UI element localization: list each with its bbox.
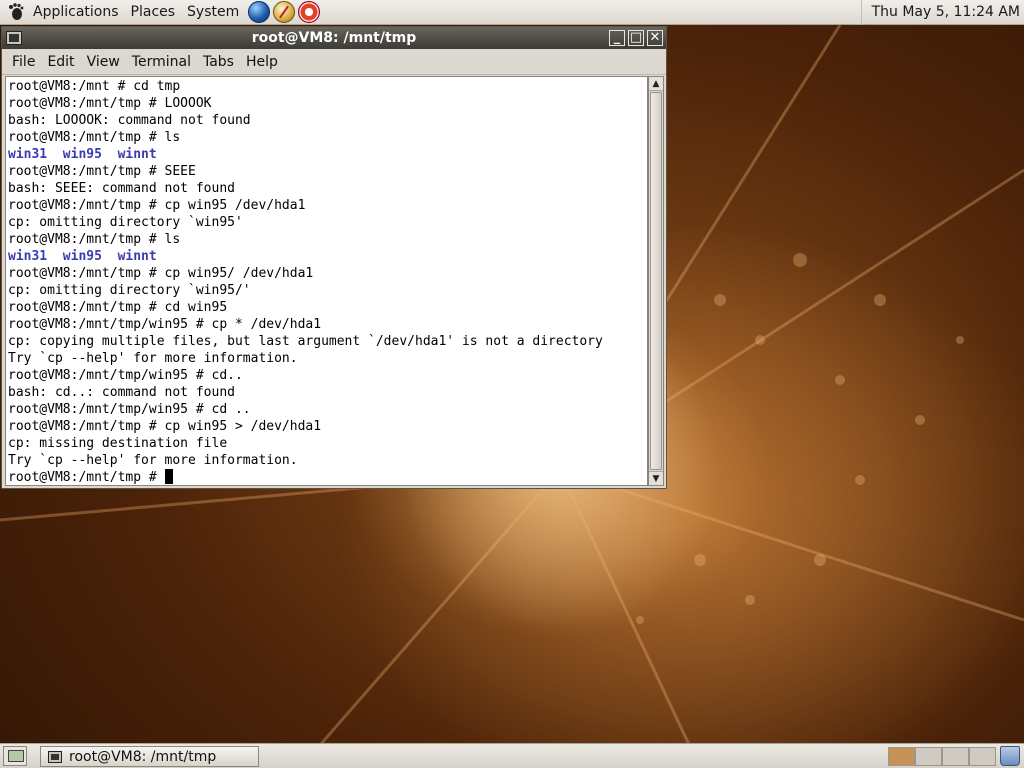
terminal-text: cp: omitting directory `win95/'	[8, 283, 251, 298]
text-cursor	[164, 469, 173, 484]
terminal-text: root@VM8:/mnt/tmp # LOOOOK	[8, 96, 212, 111]
terminal-text: root@VM8:/mnt/tmp/win95 # cd ..	[8, 402, 251, 417]
terminal-text: root@VM8:/mnt/tmp # cp win95 > /dev/hda1	[8, 419, 322, 434]
terminal-line: cp: copying multiple files, but last arg…	[8, 333, 647, 350]
scrollbar-thumb[interactable]	[650, 92, 662, 470]
workspace-1[interactable]	[888, 747, 915, 766]
menu-view[interactable]: View	[81, 54, 126, 70]
terminal-text: root@VM8:/mnt/tmp # cp win95 /dev/hda1	[8, 198, 306, 213]
workspace-3[interactable]	[942, 747, 969, 766]
window-title: root@VM8: /mnt/tmp	[251, 30, 417, 46]
terminal-line: bash: SEEE: command not found	[8, 180, 647, 197]
bottom-panel: root@VM8: /mnt/tmp	[0, 743, 1024, 768]
taskbar-label: root@VM8: /mnt/tmp	[69, 748, 217, 765]
terminal-line: root@VM8:/mnt # cd tmp	[8, 78, 647, 95]
terminal-text: root@VM8:/mnt/tmp #	[8, 470, 165, 485]
terminal-text: root@VM8:/mnt/tmp # cd win95	[8, 300, 228, 315]
web-browser-icon[interactable]	[248, 1, 271, 23]
terminal-text: bash: LOOOOK: command not found	[8, 113, 251, 128]
terminal-line: root@VM8:/mnt/tmp # ls	[8, 231, 647, 248]
workspace-2[interactable]	[915, 747, 942, 766]
terminal-text: Try `cp --help' for more information.	[8, 453, 298, 468]
terminal-output[interactable]: root@VM8:/mnt # cd tmp root@VM8:/mnt/tmp …	[5, 76, 648, 486]
scroll-up-icon[interactable]: ▲	[649, 77, 663, 91]
terminal-line: cp: missing destination file	[8, 435, 647, 452]
terminal-line: root@VM8:/mnt/tmp/win95 # cd..	[8, 367, 647, 384]
terminal-text: root@VM8:/mnt # cd tmp	[8, 79, 181, 94]
vertical-scrollbar[interactable]: ▲ ▼	[648, 76, 664, 486]
show-desktop-icon[interactable]	[3, 746, 27, 766]
terminal-line: root@VM8:/mnt/tmp # SEEE	[8, 163, 647, 180]
taskbar-button-terminal[interactable]: root@VM8: /mnt/tmp	[40, 746, 259, 767]
terminal-line: win31 win95 winnt	[8, 146, 647, 163]
terminal-text: root@VM8:/mnt/tmp # ls	[8, 130, 181, 145]
terminal-line: root@VM8:/mnt/tmp #	[8, 469, 647, 485]
close-button[interactable]: ✕	[647, 30, 663, 46]
clock[interactable]: Thu May 5, 11:24 AM	[860, 0, 1020, 25]
workspace-4[interactable]	[969, 747, 996, 766]
maximize-button[interactable]: □	[628, 30, 644, 46]
terminal-line: bash: cd..: command not found	[8, 384, 647, 401]
window-titlebar[interactable]: root@VM8: /mnt/tmp _ □ ✕	[2, 27, 666, 49]
menu-tabs[interactable]: Tabs	[197, 54, 240, 70]
gnome-foot-icon[interactable]	[5, 1, 27, 23]
menu-terminal[interactable]: Terminal	[126, 54, 197, 70]
terminal-line: Try `cp --help' for more information.	[8, 350, 647, 367]
terminal-line: root@VM8:/mnt/tmp # cp win95 /dev/hda1	[8, 197, 647, 214]
terminal-line: root@VM8:/mnt/tmp/win95 # cd ..	[8, 401, 647, 418]
terminal-text: root@VM8:/mnt/tmp/win95 # cd..	[8, 368, 243, 383]
terminal-line: root@VM8:/mnt/tmp # ls	[8, 129, 647, 146]
menubar: File Edit View Terminal Tabs Help	[2, 49, 666, 75]
compass-icon[interactable]	[273, 1, 296, 23]
places-menu[interactable]: Places	[125, 0, 182, 25]
system-menu[interactable]: System	[181, 0, 245, 25]
terminal-text: cp: copying multiple files, but last arg…	[8, 334, 603, 349]
applications-menu[interactable]: Applications	[27, 0, 125, 25]
terminal-line: root@VM8:/mnt/tmp # cp win95 > /dev/hda1	[8, 418, 647, 435]
trash-icon[interactable]	[1000, 746, 1020, 766]
terminal-line: cp: omitting directory `win95/'	[8, 282, 647, 299]
help-icon[interactable]	[298, 1, 321, 23]
terminal-text: Try `cp --help' for more information.	[8, 351, 298, 366]
terminal-line: bash: LOOOOK: command not found	[8, 112, 647, 129]
minimize-button[interactable]: _	[609, 30, 625, 46]
terminal-line: cp: omitting directory `win95'	[8, 214, 647, 231]
terminal-icon	[48, 750, 62, 763]
terminal-line: root@VM8:/mnt/tmp # cp win95/ /dev/hda1	[8, 265, 647, 282]
terminal-text: root@VM8:/mnt/tmp # cp win95/ /dev/hda1	[8, 266, 314, 281]
terminal-text: cp: omitting directory `win95'	[8, 215, 243, 230]
terminal-window: root@VM8: /mnt/tmp _ □ ✕ File Edit View …	[1, 26, 667, 489]
scroll-down-icon[interactable]: ▼	[649, 471, 663, 485]
top-panel: Applications Places System Thu May 5, 11…	[0, 0, 1024, 25]
terminal-line: root@VM8:/mnt/tmp # cd win95	[8, 299, 647, 316]
directory-listing: win31 win95 winnt	[8, 147, 157, 162]
terminal-line: root@VM8:/mnt/tmp # LOOOOK	[8, 95, 647, 112]
directory-listing: win31 win95 winnt	[8, 249, 157, 264]
menu-file[interactable]: File	[6, 54, 41, 70]
terminal-text: cp: missing destination file	[8, 436, 228, 451]
terminal-line: Try `cp --help' for more information.	[8, 452, 647, 469]
terminal-text: bash: SEEE: command not found	[8, 181, 235, 196]
menu-help[interactable]: Help	[240, 54, 284, 70]
terminal-line: root@VM8:/mnt/tmp/win95 # cp * /dev/hda1	[8, 316, 647, 333]
menu-edit[interactable]: Edit	[41, 54, 80, 70]
terminal-line: win31 win95 winnt	[8, 248, 647, 265]
terminal-text: bash: cd..: command not found	[8, 385, 235, 400]
terminal-text: root@VM8:/mnt/tmp # ls	[8, 232, 181, 247]
terminal-text: root@VM8:/mnt/tmp # SEEE	[8, 164, 196, 179]
terminal-text: root@VM8:/mnt/tmp/win95 # cp * /dev/hda1	[8, 317, 322, 332]
